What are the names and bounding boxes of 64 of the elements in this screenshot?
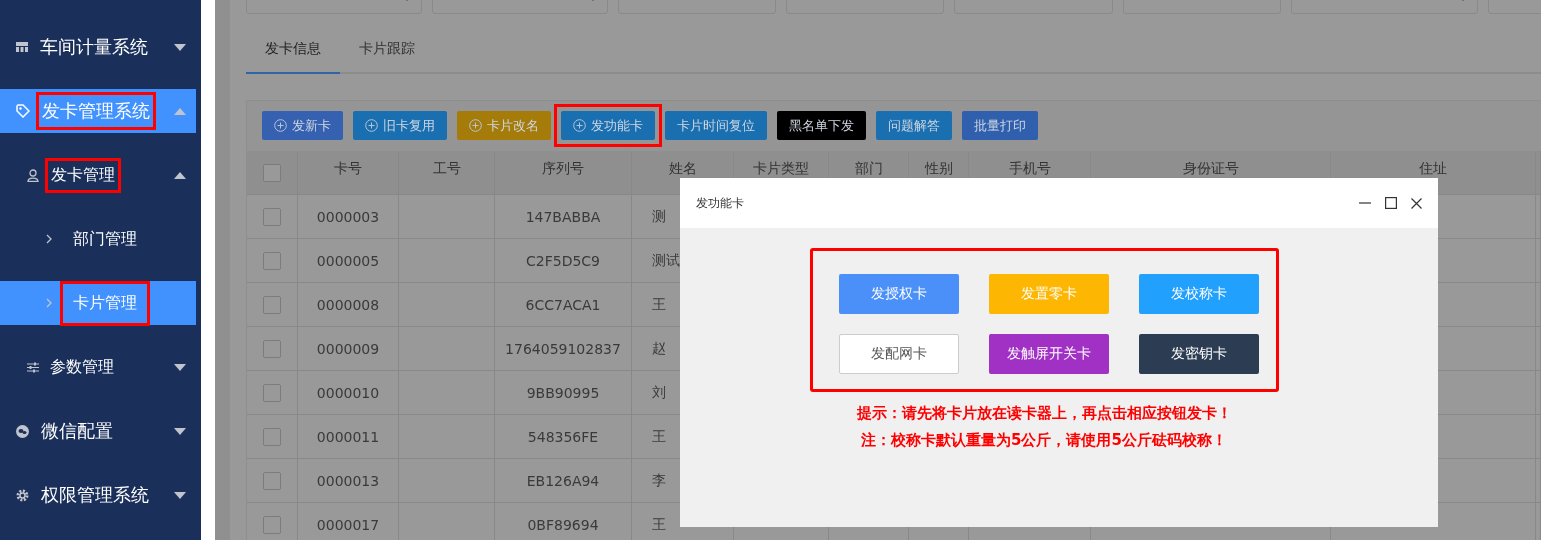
checkbox[interactable] (263, 251, 281, 270)
plus-circle-icon (365, 119, 378, 132)
menu-item[interactable]: 微信配置 (0, 409, 196, 453)
menu-label: 发卡管理 (45, 157, 121, 193)
menu-item[interactable]: 车间计量系统 (0, 25, 196, 69)
submenu-item[interactable]: 发卡管理 (0, 153, 196, 197)
user-icon (27, 168, 40, 182)
chevron-icon (46, 298, 52, 308)
menu-item[interactable]: 权限管理系统 (0, 473, 196, 517)
menu-label: 部门管理 (72, 227, 138, 250)
checkbox[interactable] (263, 515, 281, 534)
caret-icon (174, 44, 186, 51)
gear-icon (16, 488, 29, 502)
menu-label: 权限管理系统 (40, 483, 150, 507)
table-cell: 0000017 (298, 503, 399, 540)
card-button[interactable]: 发密钥卡 (1138, 334, 1259, 374)
plus-circle-icon (274, 119, 287, 132)
table-cell: 0BF89694 (495, 503, 632, 540)
tab[interactable]: 发卡信息 (246, 38, 340, 74)
menu-label: 卡片管理 (60, 280, 150, 326)
menu-label: 参数管理 (49, 355, 115, 378)
card-button[interactable]: 发校称卡 (1138, 274, 1259, 314)
caret-icon (174, 428, 186, 435)
menu-label: 发卡管理系统 (36, 92, 156, 130)
toolbar-button[interactable]: 卡片改名 (457, 111, 551, 140)
checkbox[interactable] (263, 339, 281, 358)
maximize-icon[interactable] (1385, 197, 1397, 209)
menu-label: 车间计量系统 (39, 35, 149, 59)
chevron-icon (46, 234, 52, 244)
grid-icon (16, 41, 28, 53)
card-button[interactable]: 发授权卡 (838, 274, 959, 314)
toolbar-button[interactable]: 问题解答 (876, 111, 952, 140)
checkbox[interactable] (263, 427, 281, 446)
checkbox[interactable] (263, 471, 281, 490)
toolbar-button[interactable]: 批量打印 (962, 111, 1038, 140)
note-text: 提示：请先将卡片放在读卡器上，再点击相应按钮发卡！ (856, 404, 1232, 423)
menu-label: 微信配置 (40, 419, 114, 443)
toolbar-button[interactable]: 发功能卡 (561, 111, 655, 140)
checkbox[interactable] (263, 163, 281, 182)
sliders-icon (27, 361, 39, 373)
submenu-item[interactable]: 部门管理 (0, 217, 196, 261)
checkbox[interactable] (263, 207, 281, 226)
submenu-item[interactable]: 卡片管理 (0, 281, 196, 325)
submenu-item[interactable]: 参数管理 (0, 345, 196, 389)
toolbar-button[interactable]: 旧卡复用 (353, 111, 447, 140)
caret-icon (174, 108, 186, 115)
caret-icon (174, 172, 186, 179)
plus-circle-icon (573, 119, 586, 132)
plus-circle-icon (469, 119, 482, 132)
menu-item[interactable]: 发卡管理系统 (0, 89, 196, 133)
toolbar-button[interactable]: 卡片时间复位 (665, 111, 767, 140)
card-button[interactable]: 发触屏开关卡 (988, 334, 1109, 374)
caret-icon (174, 364, 186, 371)
toolbar-button[interactable]: 黑名单下发 (777, 111, 866, 140)
checkbox[interactable] (263, 295, 281, 314)
note-text: 注：校称卡默认重量为5公斤，请使用5公斤砝码校称！ (861, 431, 1227, 450)
tag-icon (16, 104, 30, 118)
caret-icon (174, 492, 186, 499)
tab[interactable]: 卡片跟踪 (340, 38, 434, 74)
toolbar-button[interactable]: 发新卡 (262, 111, 343, 140)
checkbox[interactable] (263, 383, 281, 402)
card-button[interactable]: 发配网卡 (838, 334, 959, 374)
chat-icon (16, 424, 29, 438)
close-icon[interactable] (1411, 197, 1422, 209)
